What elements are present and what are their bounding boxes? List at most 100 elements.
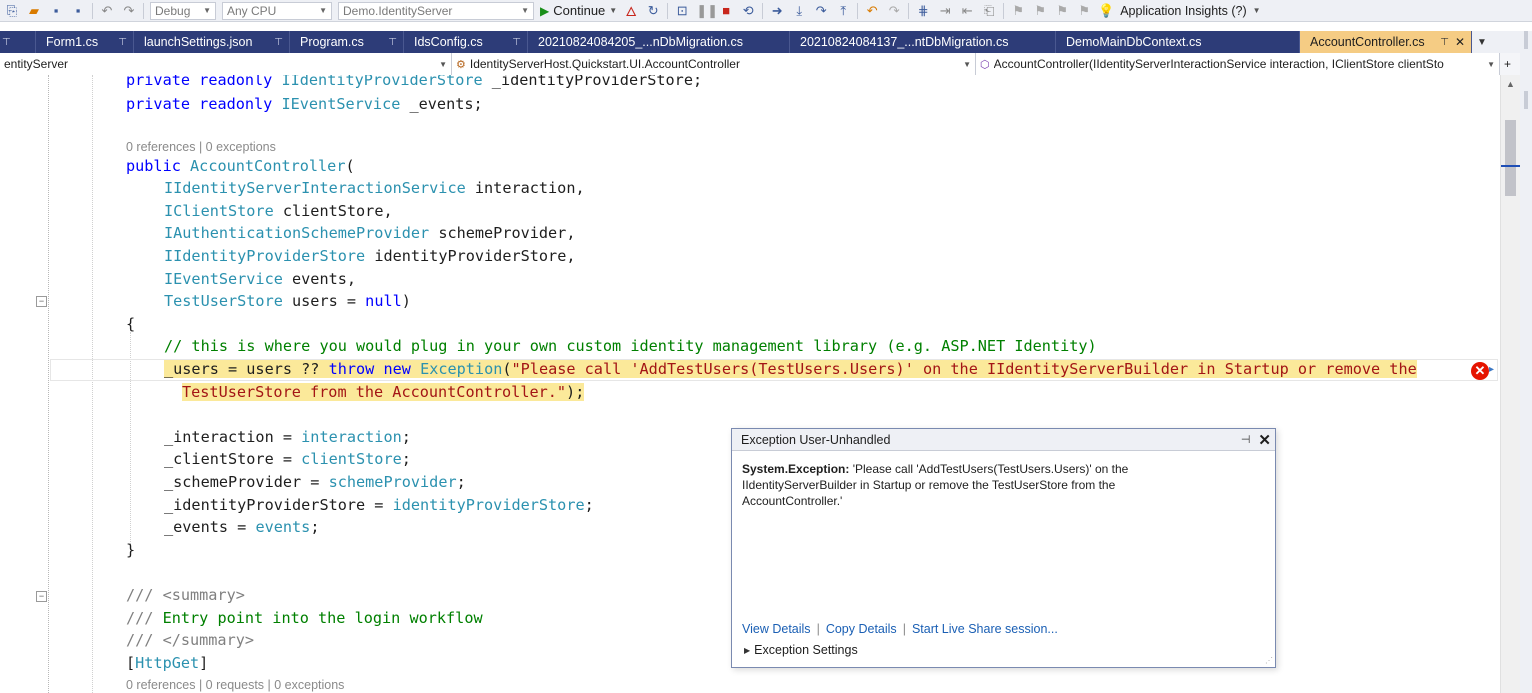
tab-label: launchSettings.json [144,35,253,49]
clear-bookmarks-icon[interactable]: ⚑ [1076,3,1092,19]
code-line: IClientStore clientStore, [164,202,393,220]
pin-icon[interactable]: ⊤ [266,37,283,48]
tab-program[interactable]: Program.cs ⊤ [290,31,404,53]
toolbar-separator [1003,2,1005,19]
tab-overflow-left[interactable]: ⊤ [0,31,36,53]
pin-icon[interactable]: ⊤ [504,37,521,48]
code-line: _events = events; [164,518,320,536]
comment-icon[interactable]: ⋕ [915,3,931,19]
platform-select[interactable]: Any CPU ▼ [222,1,332,20]
member-dropdown[interactable]: ⬡ AccountController(IIdentityServerInter… [976,53,1500,75]
save-icon[interactable]: ▪ [48,3,64,18]
tab-idsconfig[interactable]: IdsConfig.cs ⊤ [404,31,528,53]
codelens-references[interactable]: 0 references | 0 requests | 0 exceptions [126,676,344,693]
play-icon: ▶ [540,3,550,18]
close-icon[interactable]: ✕ [1455,35,1465,49]
tab-dropdown[interactable]: ▼ [1472,31,1492,53]
view-details-link[interactable]: View Details [742,622,811,636]
chevron-down-icon[interactable]: ▼ [1253,6,1261,15]
popup-header: Exception User-Unhandled ⊣ ✕ [732,429,1275,451]
type-dropdown[interactable]: ⚙ IdentityServerHost.Quickstart.UI.Accou… [452,53,976,75]
resize-grip-icon[interactable]: ⋰ [1265,656,1273,665]
error-icon[interactable]: ✕ [1471,362,1489,380]
code-line: private readonly IIdentityProviderStore … [126,75,703,89]
tab-accountcontroller[interactable]: AccountController.cs ⊤ ✕ [1300,31,1472,53]
configuration-select[interactable]: Debug ▼ [150,1,216,20]
type-value: IdentityServerHost.Quickstart.UI.Account… [469,57,740,71]
exception-helper-popup: Exception User-Unhandled ⊣ ✕ System.Exce… [731,428,1276,668]
code-comment: // this is where you would plug in your … [164,337,1097,355]
toolbar-separator [92,2,93,19]
side-panel-strip [1520,31,1532,693]
tab-migration-1[interactable]: 20210824084205_...nDbMigration.cs [528,31,790,53]
step-over-icon[interactable]: ↷ [813,3,829,19]
bookmark-icon[interactable]: ⚑ [1010,3,1026,19]
project-dropdown[interactable]: entityServer ▼ [0,53,452,75]
continue-button[interactable]: ▶ Continue ▼ [540,3,617,18]
chevron-down-icon: ▼ [1477,36,1487,48]
pin-icon[interactable]: ⊤ [110,37,127,48]
vertical-scrollbar[interactable]: ▲ [1500,75,1520,693]
next-bookmark-icon[interactable]: ⚑ [1054,3,1070,19]
code-line: IAuthenticationSchemeProvider schemeProv… [164,224,576,242]
collapse-toggle[interactable]: − [36,296,47,307]
stop-icon[interactable]: ■ [718,3,734,18]
browser-link-icon[interactable]: ⊡ [674,3,690,19]
save-all-icon[interactable]: ▪ [70,3,86,18]
popup-links: View Details | Copy Details | Start Live… [742,622,1058,636]
toolbar-separator [908,2,910,19]
new-item-icon[interactable]: ⎘ [4,3,20,19]
code-line: TestUserStore users = null) [164,292,411,310]
tab-form1[interactable]: Form1.cs ⊤ [36,31,134,53]
pin-icon[interactable]: ⊤ [1432,37,1449,48]
show-next-statement-icon[interactable]: ➜ [769,3,785,19]
tab-overflow-close-icon[interactable] [1524,31,1528,49]
pin-icon[interactable]: ⊤ [380,37,397,48]
continue-label: Continue [553,3,606,18]
tab-launchsettings[interactable]: launchSettings.json ⊤ [134,31,290,53]
undo-icon[interactable]: ↶ [99,3,115,19]
link-separator: | [902,622,906,636]
pause-icon[interactable]: ❚❚ [696,3,718,19]
open-folder-icon[interactable]: ▰ [26,3,42,19]
codelens-references[interactable]: 0 references | 0 exceptions [126,138,276,156]
close-icon[interactable]: ✕ [1258,431,1271,449]
scrollbar-thumb[interactable] [1505,120,1516,196]
redo-icon[interactable]: ↷ [121,3,137,19]
code-line: IIdentityProviderStore identityProviderS… [164,247,576,265]
collapse-toggle[interactable]: − [36,591,47,602]
copy-details-link[interactable]: Copy Details [826,622,897,636]
clipboard-icon[interactable]: ⎗ [981,3,997,19]
restart-icon[interactable]: ↻ [645,3,661,19]
tab-migration-2[interactable]: 20210824084137_...ntDbMigration.cs [790,31,1056,53]
application-insights-button[interactable]: Application Insights (?) [1120,4,1246,18]
live-share-link[interactable]: Start Live Share session... [912,622,1058,636]
add-icon: + [1504,57,1512,71]
tab-label: 20210824084205_...nDbMigration.cs [538,35,744,49]
startup-project-select[interactable]: Demo.IdentityServer ▼ [338,1,534,20]
step-into-icon[interactable]: ⤓ [791,3,807,19]
code-line: _identityProviderStore = identityProvide… [164,496,594,514]
exception-message: System.Exception: 'Please call 'AddTestU… [732,451,1172,509]
hot-reload-icon[interactable]: 🜂 [623,0,639,21]
side-tab-marker[interactable] [1524,91,1528,109]
chevron-down-icon: ▼ [521,6,529,15]
pin-icon[interactable]: ⊣ [1241,433,1251,446]
outdent-icon[interactable]: ⇤ [959,3,975,19]
caret-position-marker [1501,165,1520,167]
scroll-up-icon[interactable]: ▲ [1501,79,1520,89]
chevron-right-icon[interactable]: ▸ [1489,364,1494,375]
tab-demomaindbcontext[interactable]: DemoMainDbContext.cs [1056,31,1300,53]
gutter-separator [48,75,49,693]
code-line: { [126,315,136,333]
prev-bookmark-icon[interactable]: ⚑ [1032,3,1048,19]
exception-line: _users = users ?? throw new Exception("P… [164,360,1417,378]
exception-line-continued: TestUserStore from the AccountController… [182,383,585,401]
restart-debug-icon[interactable]: ⟲ [740,3,756,19]
step-out-icon[interactable]: ⤒ [835,3,851,19]
startup-project-value: Demo.IdentityServer [343,3,453,18]
hot-reload-undo-icon[interactable]: ↶ [864,3,880,19]
exception-settings-expander[interactable]: ▶ Exception Settings [744,643,858,657]
popup-title: Exception User-Unhandled [741,432,891,447]
indent-icon[interactable]: ⇥ [937,3,953,19]
